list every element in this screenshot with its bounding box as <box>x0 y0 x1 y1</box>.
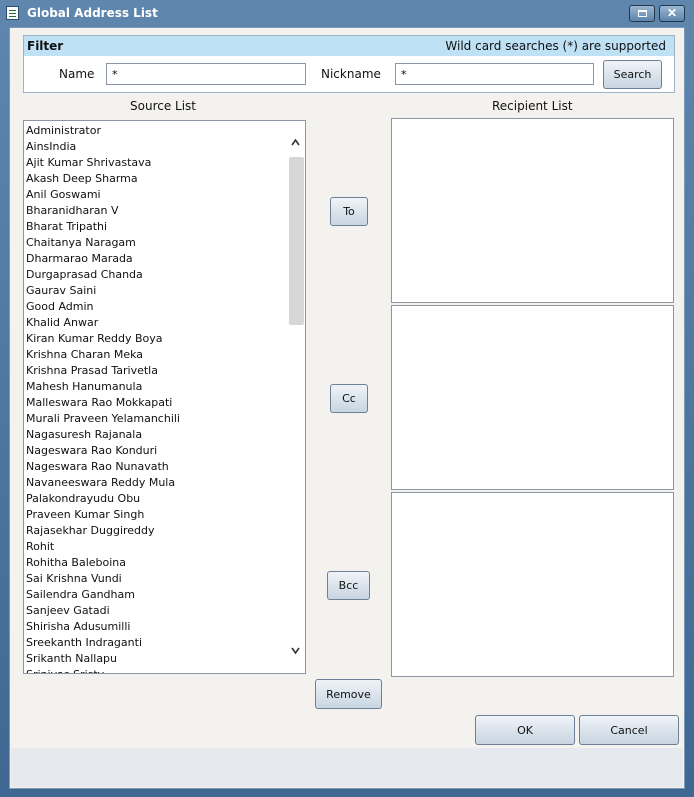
source-list-item[interactable]: Navaneeswara Reddy Mula <box>26 475 286 491</box>
close-button[interactable]: ✕ <box>659 5 685 22</box>
name-label: Name <box>59 67 95 81</box>
nickname-label: Nickname <box>321 67 381 81</box>
source-list-item[interactable]: Sanjeev Gatadi <box>26 603 286 619</box>
source-list-item[interactable]: Chaitanya Naragam <box>26 235 286 251</box>
scrollbar-thumb[interactable] <box>289 157 304 325</box>
window-title: Global Address List <box>27 6 158 20</box>
source-list-item[interactable]: Ajit Kumar Shrivastava <box>26 155 286 171</box>
recipient-list-title: Recipient List <box>492 99 573 113</box>
source-list-item[interactable]: Sai Krishna Vundi <box>26 571 286 587</box>
maximize-button[interactable] <box>629 5 655 22</box>
filter-header: Filter Wild card searches (*) are suppor… <box>24 36 674 56</box>
address-list-icon <box>6 6 19 20</box>
source-list-item[interactable]: Mahesh Hanumanula <box>26 379 286 395</box>
source-list-item[interactable]: Nageswara Rao Konduri <box>26 443 286 459</box>
source-list-item[interactable]: Shirisha Adusumilli <box>26 619 286 635</box>
source-list-item[interactable]: Anil Goswami <box>26 187 286 203</box>
dialog-body: Filter Wild card searches (*) are suppor… <box>9 27 685 789</box>
source-list-item[interactable]: AinsIndia <box>26 139 286 155</box>
source-list-item[interactable]: Krishna Charan Meka <box>26 347 286 363</box>
cc-button[interactable]: Cc <box>330 384 368 413</box>
maximize-icon <box>638 10 647 17</box>
source-list-item[interactable]: Srinivas Sristy <box>26 667 286 673</box>
source-list-title: Source List <box>130 99 197 113</box>
source-list-item[interactable]: Rajasekhar Duggireddy <box>26 523 286 539</box>
source-list-item[interactable]: Good Admin <box>26 299 286 315</box>
source-list-item[interactable]: Palakondrayudu Obu <box>26 491 286 507</box>
source-list-item[interactable]: Khalid Anwar <box>26 315 286 331</box>
source-list-item[interactable]: Murali Praveen Yelamanchili <box>26 411 286 427</box>
source-list-item[interactable]: Dharmarao Marada <box>26 251 286 267</box>
to-recipient-list[interactable] <box>391 118 674 303</box>
source-list-item[interactable]: Sailendra Gandham <box>26 587 286 603</box>
source-list-item[interactable]: Nageswara Rao Nunavath <box>26 459 286 475</box>
wildcard-hint: Wild card searches (*) are supported <box>445 39 666 53</box>
source-list-item[interactable]: Durgaprasad Chanda <box>26 267 286 283</box>
source-list-item[interactable]: Sreekanth Indraganti <box>26 635 286 651</box>
source-list-item[interactable]: Nagasuresh Rajanala <box>26 427 286 443</box>
global-address-list-window: Global Address List ✕ Filter Wild card s… <box>0 0 694 797</box>
source-list-item[interactable]: Srikanth Nallapu <box>26 651 286 667</box>
name-input[interactable] <box>106 63 306 85</box>
cc-recipient-list[interactable] <box>391 305 674 490</box>
ok-button[interactable]: OK <box>475 715 575 745</box>
source-list-item[interactable]: Bharanidharan V <box>26 203 286 219</box>
close-icon: ✕ <box>666 6 678 20</box>
source-list-scrollbar[interactable] <box>288 121 305 673</box>
cancel-button[interactable]: Cancel <box>579 715 679 745</box>
source-list-item[interactable]: Gaurav Saini <box>26 283 286 299</box>
source-list-item[interactable]: Krishna Prasad Tarivetla <box>26 363 286 379</box>
source-list-item[interactable]: Praveen Kumar Singh <box>26 507 286 523</box>
source-list-item[interactable]: Administrator <box>26 123 286 139</box>
source-list-items: Administrator AinsIndia Ajit Kumar Shrivas… <box>26 123 286 673</box>
source-list-item[interactable]: Bharat Tripathi <box>26 219 286 235</box>
source-list-item[interactable]: Akash Deep Sharma <box>26 171 286 187</box>
bcc-button[interactable]: Bcc <box>327 571 370 600</box>
remove-button[interactable]: Remove <box>315 679 382 709</box>
search-button[interactable]: Search <box>603 60 662 89</box>
to-button[interactable]: To <box>330 197 368 226</box>
source-list[interactable]: Administrator AinsIndia Ajit Kumar Shrivas… <box>23 120 306 674</box>
source-list-item[interactable]: Rohitha Baleboina <box>26 555 286 571</box>
title-bar: Global Address List ✕ <box>0 0 694 27</box>
nickname-input[interactable] <box>395 63 594 85</box>
source-list-item[interactable]: Rohit <box>26 539 286 555</box>
chevron-up-icon[interactable] <box>291 138 300 147</box>
chevron-down-icon[interactable] <box>291 646 300 655</box>
filter-panel: Filter Wild card searches (*) are suppor… <box>23 35 675 93</box>
source-list-item[interactable]: Malleswara Rao Mokkapati <box>26 395 286 411</box>
source-list-item[interactable]: Kiran Kumar Reddy Boya <box>26 331 286 347</box>
filter-title: Filter <box>27 39 64 53</box>
status-area <box>11 748 683 787</box>
bcc-recipient-list[interactable] <box>391 492 674 677</box>
